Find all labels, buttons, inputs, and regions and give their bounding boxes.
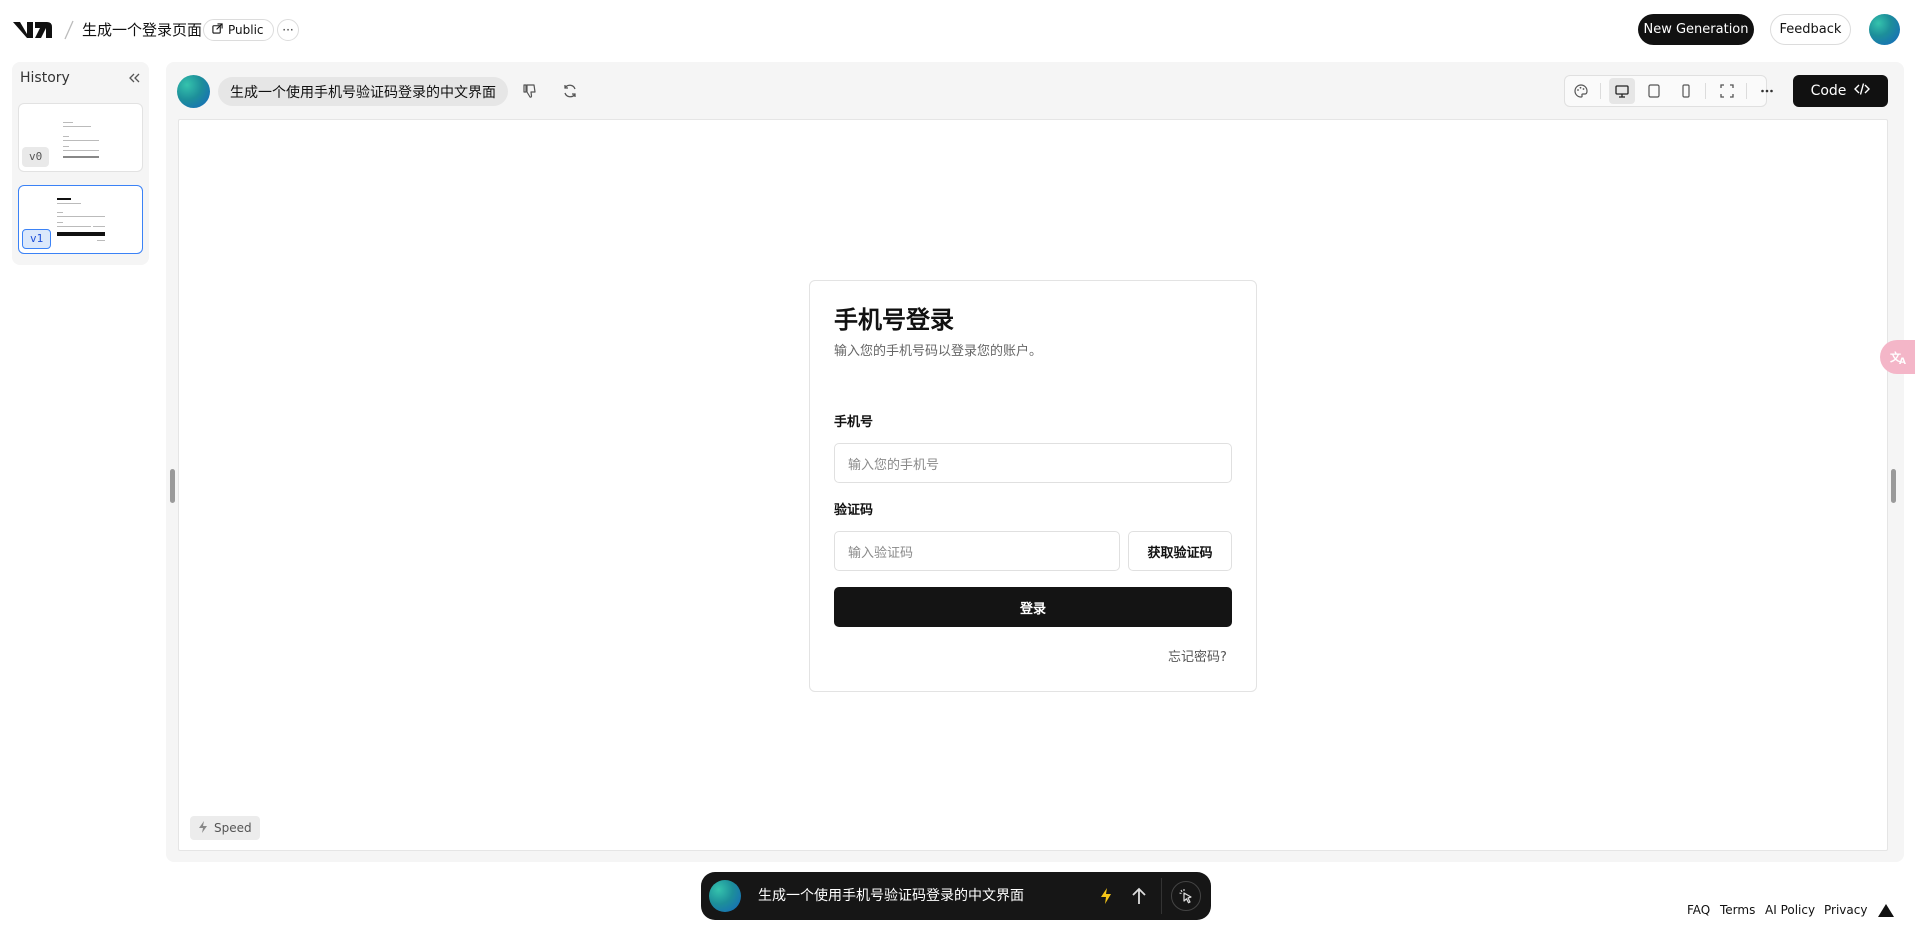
desktop-icon[interactable] (1609, 78, 1635, 104)
external-share-icon (212, 23, 223, 37)
new-generation-button[interactable]: New Generation (1638, 14, 1754, 45)
history-title: History (20, 70, 70, 86)
toolbar-divider (1705, 83, 1706, 99)
phone-label: 手机号 (834, 415, 874, 430)
forgot-password-link[interactable]: 忘记密码? (1168, 646, 1227, 665)
speed-chip[interactable]: Speed (190, 816, 260, 840)
svg-text:A: A (1899, 357, 1906, 365)
regenerate-icon[interactable] (558, 79, 582, 103)
mobile-icon[interactable] (1673, 78, 1699, 104)
feedback-button[interactable]: Feedback (1770, 14, 1851, 45)
footer-link-privacy[interactable]: Privacy (1824, 903, 1867, 917)
v0-logo[interactable] (12, 18, 54, 42)
generation-avatar (177, 75, 210, 108)
login-title: 手机号登录 (834, 306, 954, 334)
version-badge: v1 (22, 229, 52, 249)
user-avatar[interactable] (1869, 14, 1900, 45)
speed-label: Speed (214, 821, 252, 835)
visibility-label: Public (228, 23, 264, 37)
verification-code-label: 验证码 (834, 503, 874, 518)
bolt-icon (198, 820, 208, 836)
toolbar-divider (1600, 83, 1601, 99)
footer-link-faq[interactable]: FAQ (1687, 903, 1710, 917)
login-subtitle: 输入您的手机号码以登录您的账户。 (834, 344, 1043, 359)
history-version-v0[interactable]: v0 (18, 103, 143, 172)
fullscreen-icon[interactable] (1714, 78, 1740, 104)
toolbar-divider (1746, 83, 1747, 99)
code-brackets-icon (1854, 82, 1871, 100)
more-horizontal-icon: ··· (282, 23, 294, 37)
more-horizontal-icon[interactable] (1754, 78, 1780, 104)
history-version-v1[interactable]: v1 (18, 185, 143, 254)
resize-handle-right[interactable] (1891, 469, 1896, 503)
resize-handle-left[interactable] (170, 469, 175, 503)
bolt-icon[interactable] (1094, 884, 1118, 908)
login-card (809, 280, 1257, 692)
tablet-icon[interactable] (1641, 78, 1667, 104)
vercel-triangle-icon[interactable] (1878, 904, 1894, 917)
thumbs-down-icon[interactable] (518, 79, 542, 103)
verification-code-input[interactable]: 输入验证码 (834, 531, 1120, 571)
chat-avatar (709, 880, 741, 912)
code-button[interactable]: Code (1793, 75, 1888, 107)
breadcrumb-separator (62, 18, 76, 42)
visibility-badge[interactable]: Public (203, 19, 274, 41)
footer-link-terms[interactable]: Terms (1720, 903, 1755, 917)
version-badge: v0 (22, 147, 50, 167)
collapse-sidebar-icon[interactable] (127, 70, 141, 86)
chat-input[interactable] (758, 884, 1078, 908)
send-arrow-icon[interactable] (1126, 883, 1152, 909)
chat-divider (1161, 878, 1162, 914)
phone-input[interactable]: 输入您的手机号 (834, 443, 1232, 483)
translate-icon[interactable]: 文A (1880, 340, 1915, 374)
prompt-chip[interactable]: 生成一个使用手机号验证码登录的中文界面 (218, 77, 508, 106)
footer-link-ai-policy[interactable]: AI Policy (1765, 903, 1815, 917)
pointer-select-icon[interactable] (1171, 881, 1201, 911)
palette-icon[interactable] (1568, 78, 1594, 104)
project-more-button[interactable]: ··· (277, 19, 299, 41)
project-title[interactable]: 生成一个登录页面 (82, 20, 202, 40)
get-code-button[interactable]: 获取验证码 (1128, 531, 1232, 571)
login-button[interactable]: 登录 (834, 587, 1232, 627)
code-button-label: Code (1810, 83, 1847, 99)
